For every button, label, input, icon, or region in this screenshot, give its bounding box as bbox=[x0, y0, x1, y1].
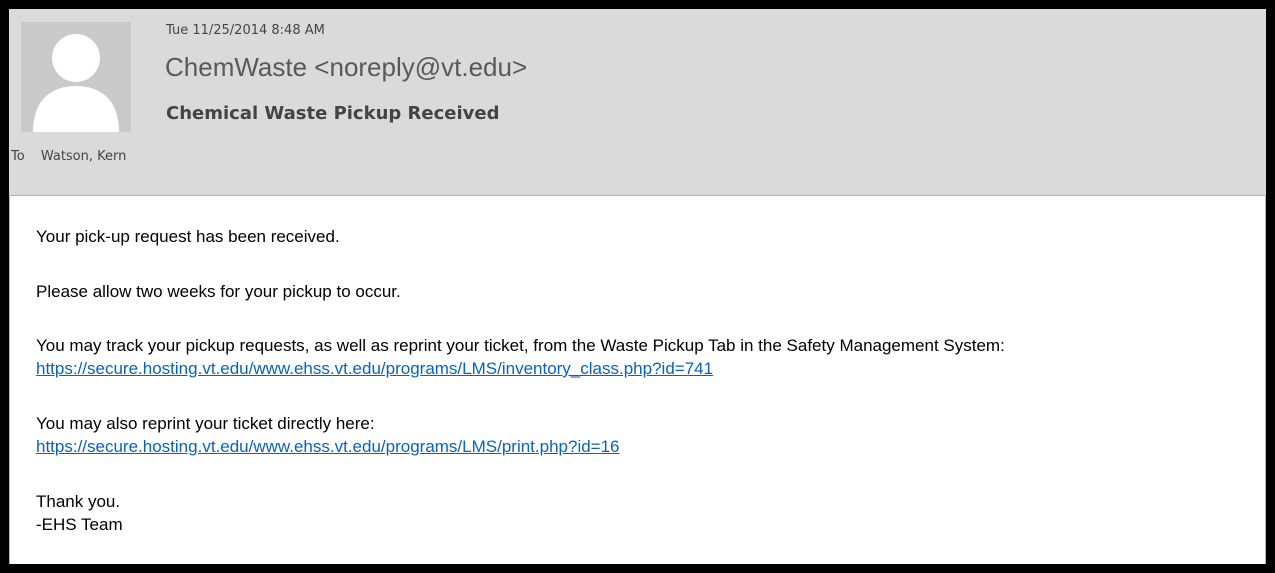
message-date: Tue 11/25/2014 8:48 AM bbox=[166, 23, 325, 38]
body-line-signature: -EHS Team bbox=[36, 515, 123, 534]
inventory-link[interactable]: https://secure.hosting.vt.edu/www.ehss.v… bbox=[36, 359, 713, 379]
body-line-track: You may track your pickup requests, as w… bbox=[36, 336, 1005, 355]
message-header: Tue 11/25/2014 8:48 AM ChemWaste <norepl… bbox=[9, 9, 1266, 196]
message-subject: Chemical Waste Pickup Received bbox=[166, 103, 500, 124]
body-line-thanks: Thank you. bbox=[36, 492, 121, 511]
print-ticket-link[interactable]: https://secure.hosting.vt.edu/www.ehss.v… bbox=[36, 437, 620, 457]
sender-name[interactable]: ChemWaste <noreply@vt.edu> bbox=[165, 52, 527, 83]
message-body: Your pick-up request has been received. … bbox=[9, 196, 1266, 564]
body-line-received: Your pick-up request has been received. bbox=[36, 227, 340, 246]
person-silhouette-icon bbox=[33, 34, 119, 132]
body-line-allow: Please allow two weeks for your pickup t… bbox=[36, 282, 401, 301]
body-line-reprint: You may also reprint your ticket directl… bbox=[36, 414, 375, 433]
recipient-name[interactable]: Watson, Kern bbox=[41, 149, 127, 164]
recipients-row: To Watson, Kern bbox=[11, 149, 126, 164]
sender-avatar[interactable] bbox=[21, 22, 131, 132]
email-reading-pane: Tue 11/25/2014 8:48 AM ChemWaste <norepl… bbox=[9, 9, 1266, 564]
to-label: To bbox=[11, 149, 25, 164]
